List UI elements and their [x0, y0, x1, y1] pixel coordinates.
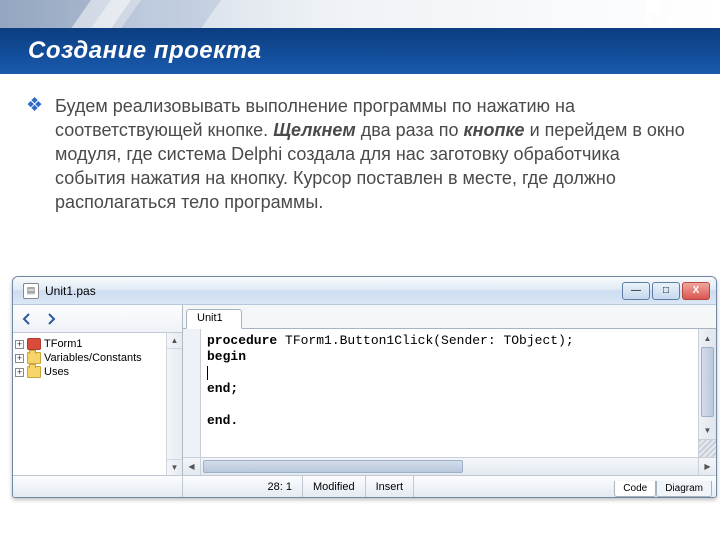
tab-diagram[interactable]: Diagram [656, 481, 712, 497]
ide-window: ▤ Unit1.pas — □ X + TForm1 [12, 276, 717, 498]
resize-grip-icon[interactable] [699, 439, 716, 457]
editor-hscrollbar[interactable]: ◀ ▶ [183, 457, 716, 475]
scroll-thumb[interactable] [701, 347, 714, 417]
text-cursor [207, 366, 208, 380]
status-position: 28: 1 [183, 476, 303, 497]
tab-unit1[interactable]: Unit1 [186, 309, 242, 329]
scroll-thumb[interactable] [203, 460, 463, 473]
scroll-down-icon[interactable]: ▼ [167, 459, 182, 475]
editor-panel: Unit1 procedure TForm1.Button1Click(Send… [183, 305, 716, 475]
status-insert: Insert [366, 476, 415, 497]
view-tabs: Code Diagram [614, 476, 716, 497]
structure-tree[interactable]: + TForm1 + Variables/Constants + Uses [13, 333, 166, 475]
structure-panel: + TForm1 + Variables/Constants + Uses [13, 305, 183, 475]
emphasis-click: Щелкнем [273, 120, 356, 140]
ide-titlebar[interactable]: ▤ Unit1.pas — □ X [13, 277, 716, 305]
expand-icon[interactable]: + [15, 340, 24, 349]
scroll-left-icon[interactable]: ◀ [183, 458, 201, 475]
scroll-down-icon[interactable]: ▼ [699, 421, 716, 439]
tab-code[interactable]: Code [614, 481, 656, 497]
status-modified: Modified [303, 476, 366, 497]
nav-fwd-icon[interactable] [43, 311, 59, 327]
code-editor[interactable]: procedure TForm1.Button1Click(Sender: TO… [201, 329, 698, 457]
tree-item-vars[interactable]: + Variables/Constants [15, 351, 164, 365]
file-icon: ▤ [23, 283, 39, 299]
emphasis-button: кнопке [463, 120, 524, 140]
editor-gutter [183, 329, 201, 457]
minimize-button[interactable]: — [622, 282, 650, 300]
tree-scrollbar[interactable]: ▲ ▼ [166, 333, 182, 475]
close-button[interactable]: X [682, 282, 710, 300]
ide-title-text: Unit1.pas [45, 284, 622, 298]
folder-icon [27, 366, 41, 378]
expand-icon[interactable]: + [15, 368, 24, 377]
editor-vscrollbar[interactable]: ▲ ▼ [698, 329, 716, 457]
slide-paragraph: Будем реализовывать выполнение программы… [55, 94, 690, 214]
scroll-right-icon[interactable]: ▶ [698, 458, 716, 475]
folder-icon [27, 352, 41, 364]
slide-title: Создание проекта [28, 37, 261, 65]
scroll-up-icon[interactable]: ▲ [167, 333, 182, 349]
editor-tabs: Unit1 [183, 305, 716, 329]
ide-statusbar: 28: 1 Modified Insert Code Diagram [13, 475, 716, 497]
maximize-button[interactable]: □ [652, 282, 680, 300]
bullet-icon: ❖ [20, 94, 55, 214]
tree-item-uses[interactable]: + Uses [15, 365, 164, 379]
structure-toolbar [13, 305, 182, 333]
expand-icon[interactable]: + [15, 354, 24, 363]
form-icon [27, 338, 41, 350]
scroll-up-icon[interactable]: ▲ [699, 329, 716, 347]
slide-title-bar: Создание проекта [0, 28, 720, 74]
nav-back-icon[interactable] [19, 311, 35, 327]
slide-body: ❖ Будем реализовывать выполнение програм… [0, 86, 720, 214]
tree-item-tform1[interactable]: + TForm1 [15, 337, 164, 351]
